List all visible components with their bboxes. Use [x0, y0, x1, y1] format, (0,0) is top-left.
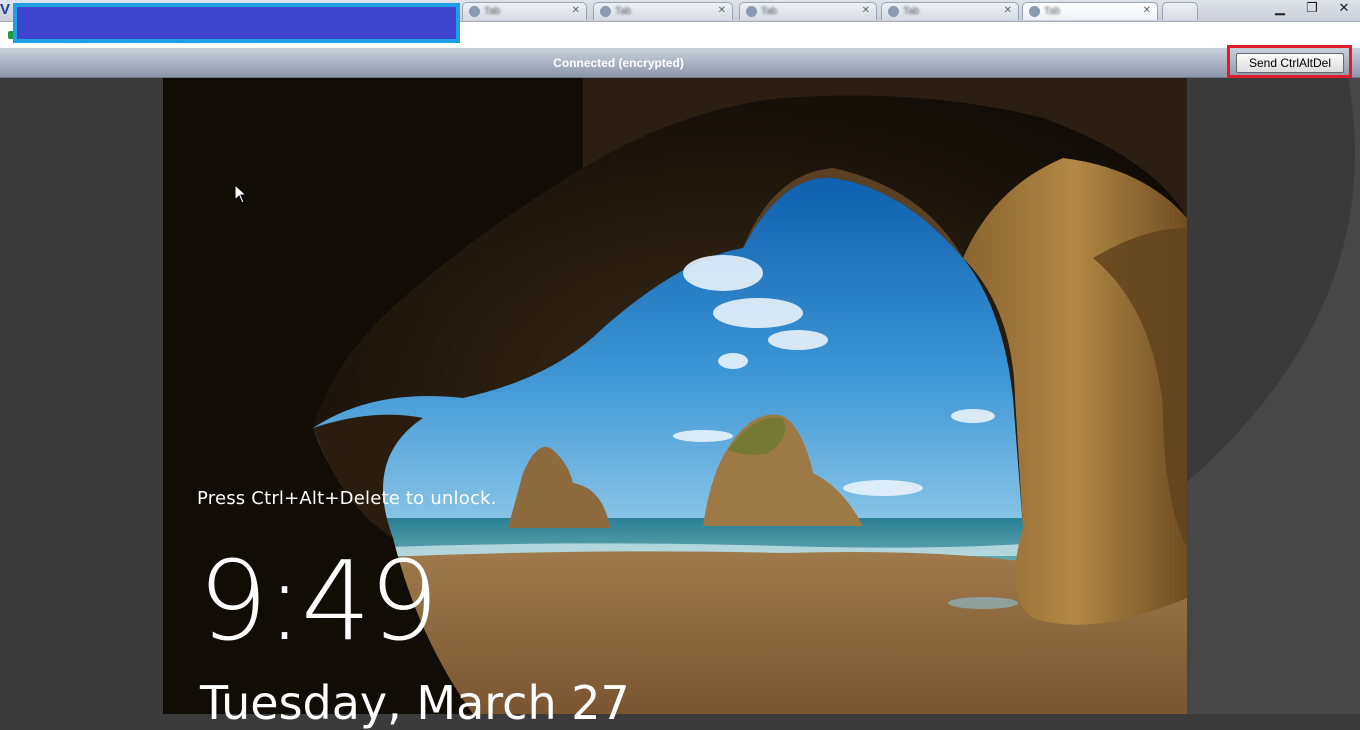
tab-title: Tab — [1044, 6, 1061, 16]
connection-status: Connected (encrypted) — [553, 56, 684, 70]
close-tab-icon[interactable]: ✕ — [1004, 5, 1012, 16]
browser-tab[interactable]: Tab ✕ — [462, 2, 587, 20]
tab-title: Tab — [615, 6, 632, 16]
close-tab-icon[interactable]: ✕ — [718, 5, 726, 16]
browser-tab[interactable]: Tab ✕ — [881, 2, 1019, 20]
browser-tab[interactable]: Tab ✕ — [739, 2, 877, 20]
tab-favicon-icon — [600, 6, 611, 17]
vnc-status-bar: Connected (encrypted) — [0, 49, 1360, 78]
tab-title: Tab — [761, 6, 778, 16]
new-tab-button[interactable] — [1162, 2, 1198, 20]
minimize-icon[interactable]: ▁ — [1264, 0, 1296, 18]
restore-icon[interactable]: ❐ — [1296, 0, 1328, 18]
browser-tab[interactable]: Tab ✕ — [593, 2, 733, 20]
unlock-prompt: Press Ctrl+Alt+Delete to unlock. — [197, 488, 497, 509]
close-window-icon[interactable]: ✕ — [1328, 0, 1360, 18]
app-logo: V — [0, 1, 11, 18]
lockscreen-time: 9:49 — [198, 537, 439, 665]
close-tab-icon[interactable]: ✕ — [572, 5, 580, 16]
tab-favicon-icon — [469, 6, 480, 17]
window-controls: ▁ ❐ ✕ — [1264, 0, 1360, 20]
tab-favicon-icon — [888, 6, 899, 17]
tab-title: Tab — [484, 6, 501, 16]
tab-title: Tab — [903, 6, 920, 16]
close-tab-icon[interactable]: ✕ — [1143, 5, 1151, 16]
lockscreen-date: Tuesday, March 27 — [200, 676, 630, 730]
tab-favicon-icon — [1029, 6, 1040, 17]
browser-tab-active[interactable]: Tab ✕ — [1022, 2, 1158, 20]
tab-favicon-icon — [746, 6, 757, 17]
send-ctrlaltdel-button[interactable]: Send CtrlAltDel — [1236, 53, 1344, 73]
close-tab-icon[interactable]: ✕ — [862, 5, 870, 16]
mouse-cursor-icon — [234, 184, 248, 204]
redaction-box — [13, 3, 460, 43]
